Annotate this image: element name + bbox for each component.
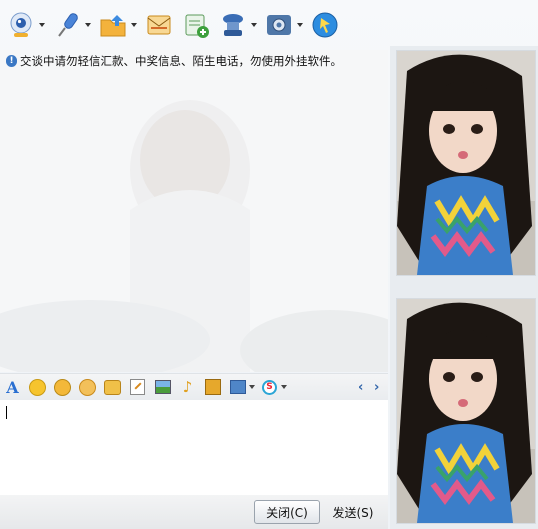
voice-message-button[interactable] xyxy=(104,379,121,396)
chevron-down-icon[interactable] xyxy=(131,23,137,27)
create-discussion-icon xyxy=(181,10,211,40)
chat-window: ! 交谈中请勿轻信汇款、中奖信息、陌生电话，勿使用外挂软件。 A ♪ S ‹ ›… xyxy=(0,0,538,529)
font-icon: A xyxy=(6,377,19,397)
screenshot-icon xyxy=(204,379,221,395)
voice-message-icon xyxy=(104,379,121,395)
prev-arrow[interactable]: ‹ xyxy=(358,380,363,395)
remote-assist-icon xyxy=(218,10,248,40)
send-file-icon xyxy=(98,10,128,40)
image-button[interactable] xyxy=(154,379,171,396)
contact-show-photo xyxy=(396,50,536,276)
music-button[interactable]: ♪ xyxy=(179,378,196,396)
text-cursor xyxy=(6,406,7,419)
avatar-panel xyxy=(390,46,538,529)
app-share-button[interactable] xyxy=(310,5,340,45)
image-icon xyxy=(154,380,171,394)
next-arrow[interactable]: › xyxy=(374,380,379,395)
music-icon: ♪ xyxy=(182,378,193,396)
message-input[interactable] xyxy=(0,400,388,495)
handwrite-icon xyxy=(130,379,145,395)
video-call-icon xyxy=(6,10,36,40)
message-icon xyxy=(144,10,174,40)
shake-button[interactable] xyxy=(79,378,96,396)
remote-assist-button[interactable] xyxy=(218,5,257,45)
send-file-button[interactable] xyxy=(98,5,137,45)
magic-face-icon xyxy=(54,378,71,396)
video-call-button[interactable] xyxy=(6,5,45,45)
bottom-bar: 关闭(C) 发送(S) xyxy=(0,495,388,529)
shield-icon: ! xyxy=(6,55,17,67)
close-button[interactable]: 关闭(C) xyxy=(254,500,320,524)
security-notice: ! 交谈中请勿轻信汇款、中奖信息、陌生电话，勿使用外挂软件。 xyxy=(6,53,342,69)
chevron-down-icon[interactable] xyxy=(251,23,257,27)
chevron-down-icon[interactable] xyxy=(39,23,45,27)
settings-button[interactable] xyxy=(264,5,303,45)
chevron-down-icon[interactable] xyxy=(249,385,255,389)
shake-icon xyxy=(79,378,96,396)
soso-icon: S xyxy=(262,379,277,395)
chat-toolbar xyxy=(0,0,392,50)
chevron-down-icon[interactable] xyxy=(85,23,91,27)
voice-call-button[interactable] xyxy=(52,5,91,45)
message-button[interactable] xyxy=(144,5,174,45)
create-discussion-button[interactable] xyxy=(181,5,211,45)
chevron-down-icon[interactable] xyxy=(281,385,287,389)
app-share-icon xyxy=(310,10,340,40)
settings-icon xyxy=(264,10,294,40)
my-show-photo xyxy=(396,298,536,524)
emoticon-icon xyxy=(29,378,46,396)
chevron-down-icon[interactable] xyxy=(297,23,303,27)
soso-button[interactable]: S xyxy=(261,379,278,396)
send-button[interactable]: 发送(S) xyxy=(322,500,384,524)
chat-history[interactable]: ! 交谈中请勿轻信汇款、中奖信息、陌生电话，勿使用外挂软件。 xyxy=(0,50,388,372)
font-button[interactable]: A xyxy=(4,377,21,397)
screen-capture-button[interactable] xyxy=(229,379,246,396)
emoticon-button[interactable] xyxy=(29,378,46,396)
background-photo xyxy=(0,50,388,372)
security-notice-text: 交谈中请勿轻信汇款、中奖信息、陌生电话，勿使用外挂软件。 xyxy=(20,54,342,68)
handwrite-button[interactable] xyxy=(129,379,146,396)
format-toolbar: A ♪ S xyxy=(0,373,388,400)
screen-capture-icon xyxy=(229,380,246,394)
screenshot-button[interactable] xyxy=(204,379,221,396)
voice-call-icon xyxy=(52,10,82,40)
magic-face-button[interactable] xyxy=(54,378,71,396)
